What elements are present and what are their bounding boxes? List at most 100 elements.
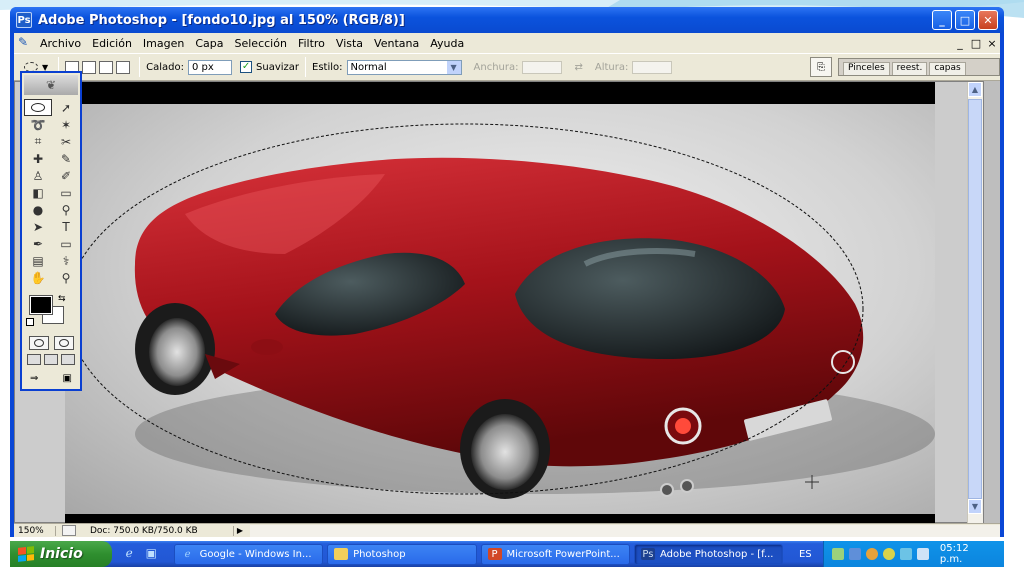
task-label: Photoshop — [353, 548, 406, 560]
volume-tray-icon[interactable] — [916, 548, 929, 560]
type-tool-icon[interactable]: T — [52, 218, 80, 235]
task-powerpoint[interactable]: P Microsoft PowerPoint... — [480, 543, 630, 565]
zoom-tool-icon[interactable]: ⚲ — [52, 269, 80, 286]
antivirus-tray-icon[interactable] — [883, 548, 895, 560]
scroll-down-icon[interactable]: ▼ — [968, 499, 982, 514]
standard-screen-mode-icon[interactable] — [27, 354, 42, 365]
document-size: Doc: 750.0 KB/750.0 KB — [82, 525, 234, 536]
menu-edicion[interactable]: Edición — [92, 37, 132, 50]
width-input[interactable] — [522, 60, 563, 74]
menu-archivo[interactable]: Archivo — [40, 37, 81, 50]
scroll-up-icon[interactable]: ▲ — [968, 82, 982, 97]
healing-brush-icon[interactable]: ✚ — [24, 150, 52, 167]
vertical-scrollbar[interactable]: ▲ ▼ — [967, 82, 983, 524]
system-tray: 05:12 p.m. — [823, 541, 1005, 567]
scrollbar-thumb[interactable] — [968, 99, 982, 499]
notes-tool-icon[interactable]: ▤ — [24, 252, 52, 269]
doc-restore-button[interactable]: □ — [968, 37, 984, 50]
swap-dimensions-icon[interactable]: ⇄ — [574, 62, 582, 73]
jump-to-imageready[interactable]: ⇒ ▣ — [30, 371, 72, 385]
crop-tool-icon[interactable]: ⌗ — [24, 133, 52, 150]
menu-vista[interactable]: Vista — [336, 37, 363, 50]
tab-pinceles[interactable]: Pinceles — [843, 62, 890, 75]
blur-tool-icon[interactable]: ● — [24, 201, 52, 218]
foreground-color-swatch[interactable] — [29, 295, 53, 315]
add-to-selection-button[interactable] — [82, 60, 97, 74]
zoom-level[interactable]: 150% — [14, 525, 56, 536]
path-selection-icon[interactable]: ➤ — [24, 218, 52, 235]
messenger-tray-icon[interactable] — [866, 548, 879, 560]
intersect-selection-button[interactable] — [116, 60, 131, 74]
maximize-button[interactable]: □ — [955, 10, 975, 30]
horizontal-scrollbar[interactable] — [250, 524, 1000, 537]
window-title: Adobe Photoshop - [fondo10.jpg al 150% (… — [38, 12, 405, 28]
tab-reest[interactable]: reest. — [891, 62, 928, 75]
task-photoshop-folder[interactable]: Photoshop — [327, 543, 477, 565]
menu-capa[interactable]: Capa — [195, 37, 223, 50]
canvas-border-top — [65, 82, 935, 104]
security-tray-icon[interactable] — [849, 548, 862, 560]
network-tray-icon[interactable] — [832, 548, 845, 560]
task-adobe-photoshop[interactable]: Ps Adobe Photoshop - [f... — [633, 543, 784, 565]
menu-ayuda[interactable]: Ayuda — [430, 37, 464, 50]
clone-stamp-icon[interactable]: ♙ — [24, 167, 52, 184]
doc-minimize-button[interactable]: _ — [952, 37, 968, 50]
antialias-checkbox[interactable]: ✓ — [240, 61, 253, 73]
history-brush-icon[interactable]: ✐ — [52, 167, 80, 184]
language-indicator[interactable]: ES — [787, 549, 823, 560]
height-input[interactable] — [632, 60, 673, 74]
lasso-tool-icon[interactable]: ➰ — [24, 116, 52, 133]
eraser-tool-icon[interactable]: ◧ — [24, 184, 52, 201]
default-colors-icon[interactable] — [26, 318, 34, 326]
gradient-tool-icon[interactable]: ▭ — [52, 184, 80, 201]
clock[interactable]: 05:12 p.m. — [940, 543, 994, 565]
toolbox: ❦ ➚ ➰ ✶ ⌗ ✂ ✚ ✎ ♙ ✐ ◧ ▭ ● ⚲ ➤ T ✒ ▭ ▤ ⚕ … — [20, 71, 82, 391]
hand-tool-icon[interactable]: ✋ — [24, 269, 52, 286]
move-tool-icon[interactable]: ➚ — [52, 99, 80, 116]
chevron-down-icon[interactable]: ▼ — [446, 60, 461, 74]
full-screen-mode-icon[interactable] — [60, 354, 75, 365]
task-label: Adobe Photoshop - [f... — [659, 548, 774, 560]
task-google-ie[interactable]: ℯ Google - Windows In... — [173, 543, 324, 565]
status-info-icon[interactable] — [62, 525, 76, 536]
windows-logo-icon — [18, 546, 34, 562]
magic-wand-icon[interactable]: ✶ — [52, 116, 80, 133]
slice-tool-icon[interactable]: ✂ — [52, 133, 80, 150]
antialias-label: Suavizar — [256, 61, 300, 73]
doc-close-button[interactable]: × — [984, 37, 1000, 50]
menu-ventana[interactable]: Ventana — [374, 37, 419, 50]
desktop-quicklaunch-icon[interactable]: ▣ — [146, 546, 162, 562]
subtract-selection-button[interactable] — [99, 60, 114, 74]
rectangle-tool-icon[interactable]: ▭ — [52, 235, 80, 252]
feather-input[interactable]: 0 px — [188, 59, 233, 75]
image-canvas[interactable] — [65, 104, 935, 514]
style-select-value: Normal — [350, 61, 387, 73]
quick-mask-button[interactable] — [53, 336, 74, 350]
tab-capas[interactable]: capas — [929, 62, 966, 75]
brush-tool-icon[interactable]: ✎ — [52, 150, 80, 167]
document-icon[interactable]: ✎ — [18, 35, 34, 51]
status-menu-arrow-icon[interactable]: ▶ — [234, 526, 246, 535]
file-browser-icon[interactable]: ⎘ — [810, 57, 832, 77]
swap-colors-icon[interactable]: ⇆ — [58, 294, 66, 304]
standard-mode-button[interactable] — [28, 336, 49, 350]
document-window: ▲ ▼ — [14, 81, 984, 524]
menu-seleccion[interactable]: Selección — [235, 37, 287, 50]
feather-logo-icon[interactable]: ❦ — [24, 75, 78, 95]
minimize-button[interactable]: _ — [932, 10, 952, 30]
start-button[interactable]: Inicio — [10, 541, 112, 567]
quick-mask-controls — [26, 336, 76, 350]
full-screen-menu-mode-icon[interactable] — [43, 354, 58, 365]
close-button[interactable]: ✕ — [978, 10, 998, 30]
update-tray-icon[interactable] — [899, 548, 912, 560]
quick-mask-icon — [58, 339, 69, 347]
elliptical-marquee-tool[interactable] — [24, 99, 52, 116]
menu-filtro[interactable]: Filtro — [298, 37, 325, 50]
style-select[interactable]: Normal ▼ — [346, 59, 462, 75]
feather-label: Calado: — [146, 61, 185, 73]
eyedropper-icon[interactable]: ⚕ — [52, 252, 80, 269]
dodge-tool-icon[interactable]: ⚲ — [52, 201, 80, 218]
pen-tool-icon[interactable]: ✒ — [24, 235, 52, 252]
ie-quicklaunch-icon[interactable]: ℯ — [126, 546, 142, 562]
menu-imagen[interactable]: Imagen — [143, 37, 184, 50]
